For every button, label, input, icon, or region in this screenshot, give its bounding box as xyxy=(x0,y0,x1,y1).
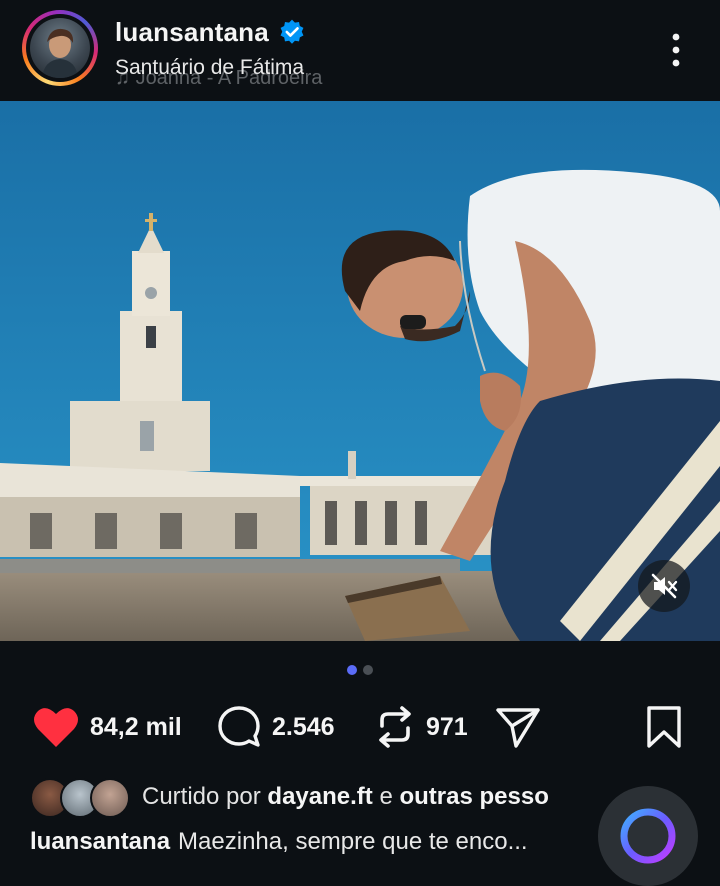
more-vertical-icon[interactable] xyxy=(664,30,688,70)
meta-ai-icon xyxy=(620,808,676,864)
post-photo[interactable] xyxy=(0,101,720,641)
caption-username[interactable]: luansantana xyxy=(30,828,170,855)
action-bar: 84,2 mil 2.546 971 xyxy=(0,702,720,752)
volume-off-icon xyxy=(651,573,678,599)
share-button[interactable] xyxy=(494,702,542,752)
bookmark-icon xyxy=(647,706,681,748)
carousel-indicator xyxy=(0,665,720,675)
comment-icon xyxy=(218,706,260,747)
likes-count[interactable]: 84,2 mil xyxy=(90,713,182,742)
save-button[interactable] xyxy=(645,702,683,752)
verified-badge-icon xyxy=(280,19,304,44)
avatar-story-ring[interactable] xyxy=(22,10,98,86)
liked-by-row[interactable]: Curtido por dayane.ft e outras pesso xyxy=(30,776,650,818)
liked-by-user[interactable]: dayane.ft xyxy=(267,783,372,810)
mute-button[interactable] xyxy=(638,560,690,612)
avatar xyxy=(90,778,130,818)
repost-button[interactable]: 971 xyxy=(374,702,468,752)
avatar[interactable] xyxy=(30,18,90,78)
send-icon xyxy=(496,708,540,748)
caption[interactable]: luansantana Maezinha, sempre que te enco.… xyxy=(30,828,528,862)
liked-by-others[interactable]: outras pesso xyxy=(399,783,548,810)
location-link[interactable]: Santuário de Fátima xyxy=(115,56,304,80)
reposts-count[interactable]: 971 xyxy=(426,713,468,742)
heart-filled-icon xyxy=(34,708,78,747)
comments-count[interactable]: 2.546 xyxy=(272,713,335,742)
carousel-dot-active xyxy=(347,665,357,675)
liked-by-text[interactable]: Curtido por dayane.ft e outras pesso xyxy=(142,783,549,811)
like-button[interactable]: 84,2 mil xyxy=(32,702,182,752)
photo-scene xyxy=(0,101,720,641)
liked-by-avatars xyxy=(30,778,130,818)
post-header: luansantana ♫ Joanna - A Padroeira Santu… xyxy=(0,0,720,100)
carousel-dot xyxy=(363,665,373,675)
username[interactable]: luansantana xyxy=(115,17,269,48)
caption-text: Maezinha, sempre que te enco... xyxy=(178,828,528,855)
repost-icon xyxy=(379,706,411,748)
meta-ai-button[interactable] xyxy=(598,786,698,886)
comment-button[interactable]: 2.546 xyxy=(216,702,335,752)
